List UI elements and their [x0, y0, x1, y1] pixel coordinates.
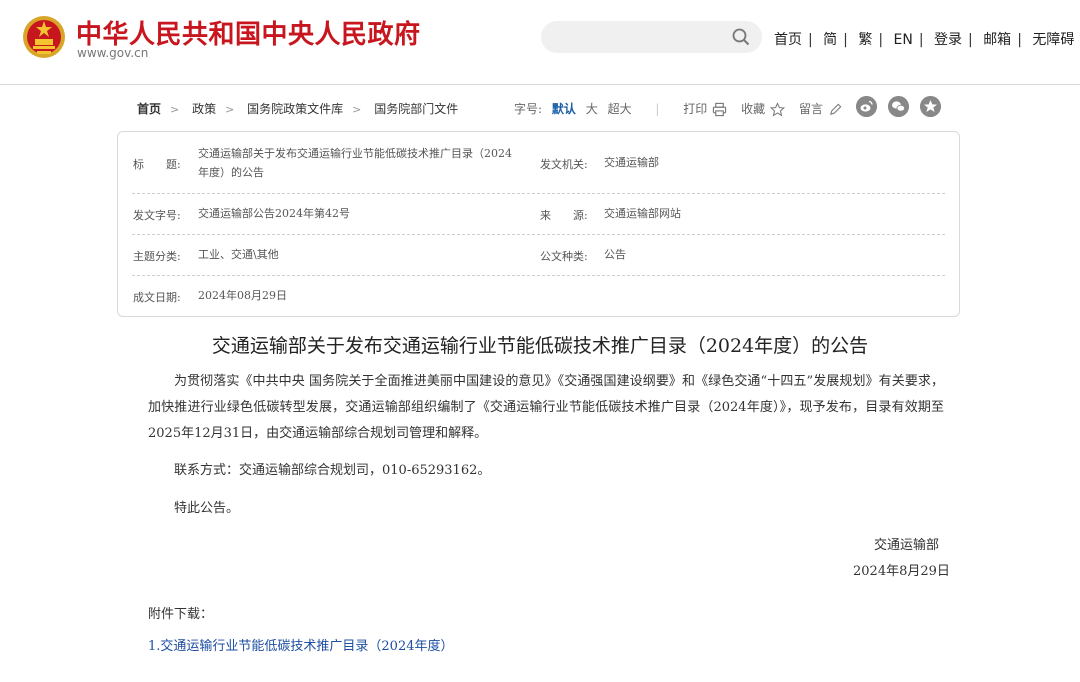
comment-button[interactable]: 留言: [799, 102, 843, 116]
nav-traditional[interactable]: 繁: [858, 32, 872, 48]
nav-mailbox[interactable]: 邮箱: [983, 32, 1011, 48]
source-value: 交通运输部网站: [604, 207, 681, 220]
article-paragraph: 为贯彻落实《中共中央 国务院关于全面推进美丽中国建设的意见》《交通强国建设纲要》…: [148, 374, 944, 441]
wechat-share-icon[interactable]: [888, 96, 909, 117]
favorite-button[interactable]: 收藏: [741, 102, 786, 117]
weibo-share-icon[interactable]: [856, 96, 877, 117]
toolbar-separator: |: [655, 102, 660, 116]
title-value-line: 交通运输部关于发布交通运输行业节能低碳技术推广目录（2024: [198, 147, 512, 160]
font-size-default[interactable]: 默认: [552, 102, 576, 116]
font-size-label: 字号:: [514, 102, 543, 116]
attachment-link[interactable]: 1.交通运输行业节能低碳技术推广目录（2024年度）: [148, 635, 454, 654]
topic-value: 工业、交通\其他: [198, 248, 279, 261]
title-label: 标 题:: [133, 158, 181, 171]
issuer-label: 发文机关:: [540, 158, 588, 171]
topic-label: 主题分类:: [133, 250, 181, 263]
top-nav: 首页 | 简 | 繁 | EN | 登录 | 邮箱 | 无障碍: [774, 29, 1074, 49]
search-icon[interactable]: [732, 28, 750, 46]
nav-separator: |: [1017, 32, 1022, 48]
breadcrumb: 首页 > 政策 > 国务院政策文件库 > 国务院部门文件: [137, 100, 458, 117]
nav-separator: |: [808, 32, 813, 48]
doc-type-label: 公文种类:: [540, 250, 588, 263]
national-emblem-icon[interactable]: [22, 15, 66, 59]
search-input[interactable]: [541, 21, 762, 53]
font-size-xlarge[interactable]: 超大: [608, 102, 632, 116]
breadcrumb-department-docs[interactable]: 国务院部门文件: [374, 102, 458, 116]
signature-org: 交通运输部: [874, 538, 940, 553]
print-label: 打印: [683, 102, 708, 116]
printer-icon: [713, 102, 727, 117]
favorite-label: 收藏: [741, 102, 766, 116]
comment-label: 留言: [798, 102, 823, 116]
font-size-large[interactable]: 大: [586, 102, 598, 116]
row-divider: [132, 275, 945, 276]
article-paragraph: 联系方式：交通运输部综合规划司，010-65293162。: [174, 463, 491, 478]
issuer-value: 交通运输部: [604, 156, 659, 169]
chevron-right-icon: >: [352, 103, 362, 116]
breadcrumb-home[interactable]: 首页: [137, 102, 161, 116]
nav-simplified[interactable]: 简: [823, 32, 837, 48]
date-label: 成文日期:: [133, 291, 181, 304]
nav-home[interactable]: 首页: [774, 32, 802, 48]
title-value: 交通运输部关于发布交通运输行业节能低碳技术推广目录（2024 年度）的公告: [198, 144, 533, 182]
doc-type-value: 公告: [604, 248, 626, 261]
title-value-line: 年度）的公告: [198, 166, 264, 179]
site-header: 中华人民共和国中央人民政府 www.gov.cn 首页 | 简 | 繁 | EN | 登…: [0, 0, 1080, 84]
nav-english[interactable]: EN: [894, 32, 913, 48]
qzone-share-icon[interactable]: [920, 96, 941, 117]
source-label: 来 源:: [540, 209, 588, 222]
nav-separator: |: [918, 32, 924, 48]
header-divider: [0, 84, 1080, 85]
doc-number-label: 发文字号:: [133, 209, 181, 222]
breadcrumb-policy[interactable]: 政策: [192, 102, 216, 116]
row-divider: [132, 193, 945, 194]
nav-accessibility[interactable]: 无障碍: [1032, 32, 1074, 48]
article-toolbar: 字号: 默认 大 超大 | 打印 收藏 留言: [514, 100, 843, 117]
row-divider: [132, 234, 945, 235]
signature-date: 2024年8月29日: [853, 564, 950, 579]
print-button[interactable]: 打印: [683, 102, 727, 117]
date-value: 2024年08月29日: [198, 289, 287, 302]
attachment-label: 附件下载：: [148, 607, 214, 622]
nav-separator: |: [843, 32, 848, 48]
chevron-right-icon: >: [170, 103, 180, 116]
nav-login[interactable]: 登录: [934, 32, 962, 48]
site-url: www.gov.cn: [77, 46, 149, 60]
article-paragraph: 特此公告。: [174, 501, 240, 516]
breadcrumb-policy-library[interactable]: 国务院政策文件库: [247, 102, 343, 116]
article-title: 交通运输部关于发布交通运输行业节能低碳技术推广目录（2024年度）的公告: [211, 335, 869, 357]
star-icon: [770, 102, 786, 117]
pencil-icon: [830, 103, 842, 115]
nav-separator: |: [878, 32, 884, 48]
chevron-right-icon: >: [225, 103, 235, 116]
nav-separator: |: [968, 32, 973, 48]
doc-number-value: 交通运输部公告2024年第42号: [198, 207, 350, 220]
document-metadata-box: 标 题: 交通运输部关于发布交通运输行业节能低碳技术推广目录（2024 年度）的…: [117, 131, 960, 317]
